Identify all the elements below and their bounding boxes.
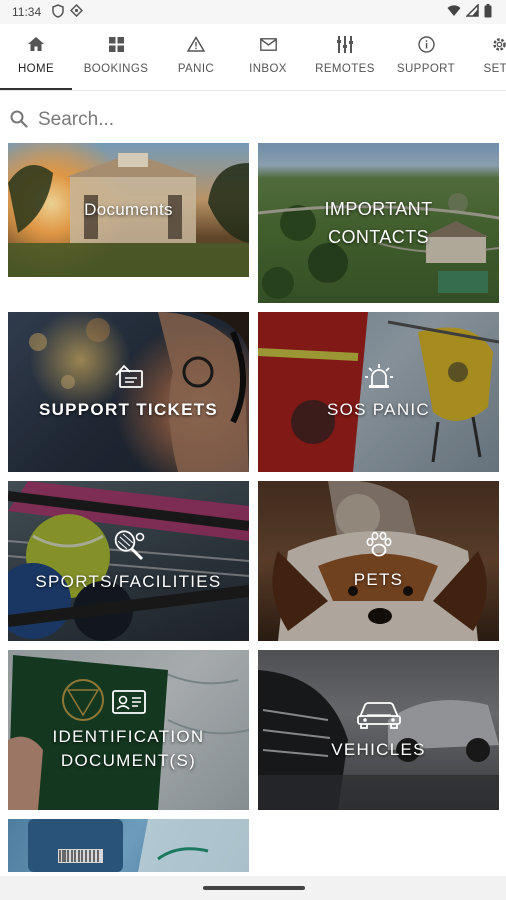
- tile-overlay: [8, 819, 249, 872]
- remote-icon: [337, 35, 353, 53]
- tab-support[interactable]: SUPPORT: [393, 24, 459, 90]
- tab-home[interactable]: HOME: [0, 24, 72, 90]
- id-card-icon: [111, 688, 146, 721]
- search-icon: [10, 110, 28, 133]
- tile-label: PETS: [353, 569, 404, 589]
- navigation-gesture-area: [0, 876, 506, 900]
- tile-label: SPORTS/FACILITIES: [35, 571, 222, 591]
- paw-icon: [364, 531, 394, 564]
- tile-vehicles[interactable]: VEHICLES: [258, 650, 499, 810]
- status-bar: 11:34: [0, 0, 506, 24]
- tile-medical-aid[interactable]: [8, 819, 249, 872]
- battery-icon: [484, 4, 492, 18]
- tile-label-line2: DOCUMENT(S): [60, 750, 197, 770]
- status-time: 11:34: [12, 5, 42, 19]
- tile-label-line1: IDENTIFICATION: [52, 726, 205, 746]
- tile-label: Documents: [84, 200, 173, 219]
- shield-icon: [52, 4, 64, 18]
- search-bar: [0, 100, 506, 138]
- wifi-icon: [447, 5, 461, 16]
- grid-icon: [108, 35, 124, 53]
- tab-bookings[interactable]: BOOKINGS: [78, 24, 154, 90]
- tile-sports-facilities[interactable]: SPORTS/FACILITIES: [8, 481, 249, 641]
- support-ticket-icon: [114, 363, 144, 394]
- tile-label-line2: CONTACTS: [328, 227, 429, 247]
- tab-label: HOME: [17, 63, 55, 75]
- status-notification-icons: [52, 4, 83, 18]
- tile-pets[interactable]: PETS: [258, 481, 499, 641]
- gear-icon: [491, 35, 506, 53]
- top-tab-bar: HOME BOOKINGS PANIC INBOX REMOTES SUPPOR…: [0, 24, 506, 91]
- tile-important-contacts[interactable]: IMPORTANT CONTACTS: [258, 143, 499, 303]
- tile-label: VEHICLES: [331, 739, 426, 759]
- search-input[interactable]: [36, 104, 480, 136]
- tab-label: PANIC: [177, 63, 215, 75]
- info-icon: [417, 35, 435, 53]
- tile-support-tickets[interactable]: SUPPORT TICKETS: [8, 312, 249, 472]
- signal-icon: [466, 4, 479, 17]
- tennis-racket-icon: [112, 529, 146, 566]
- tile-identification-documents[interactable]: IDENTIFICATION DOCUMENT(S): [8, 650, 249, 810]
- tab-settings[interactable]: SETT: [474, 24, 506, 90]
- tab-panic[interactable]: PANIC: [165, 24, 227, 90]
- tile-sos-panic[interactable]: SOS PANIC: [258, 312, 499, 472]
- tile-label: SOS PANIC: [326, 399, 431, 419]
- car-icon: [356, 699, 402, 734]
- tab-label: BOOKINGS: [83, 63, 149, 75]
- siren-icon: [364, 363, 394, 394]
- home-gesture-handle[interactable]: [203, 886, 305, 890]
- tab-remotes[interactable]: REMOTES: [310, 24, 380, 90]
- mail-icon: [259, 35, 277, 53]
- tab-inbox[interactable]: INBOX: [240, 24, 296, 90]
- tile-label: SUPPORT TICKETS: [38, 399, 219, 419]
- tile-label-line1: IMPORTANT: [324, 199, 433, 219]
- home-icon: [27, 35, 45, 53]
- tab-label: REMOTES: [315, 63, 375, 75]
- location-icon: [70, 4, 83, 17]
- tab-label: SUPPORT: [396, 63, 456, 75]
- tab-label: INBOX: [249, 63, 287, 75]
- tile-overlay: [258, 143, 499, 303]
- tile-documents[interactable]: Documents: [8, 143, 249, 277]
- tab-label: SETT: [483, 63, 506, 75]
- status-system-icons: [447, 4, 492, 18]
- warning-icon: [187, 35, 205, 53]
